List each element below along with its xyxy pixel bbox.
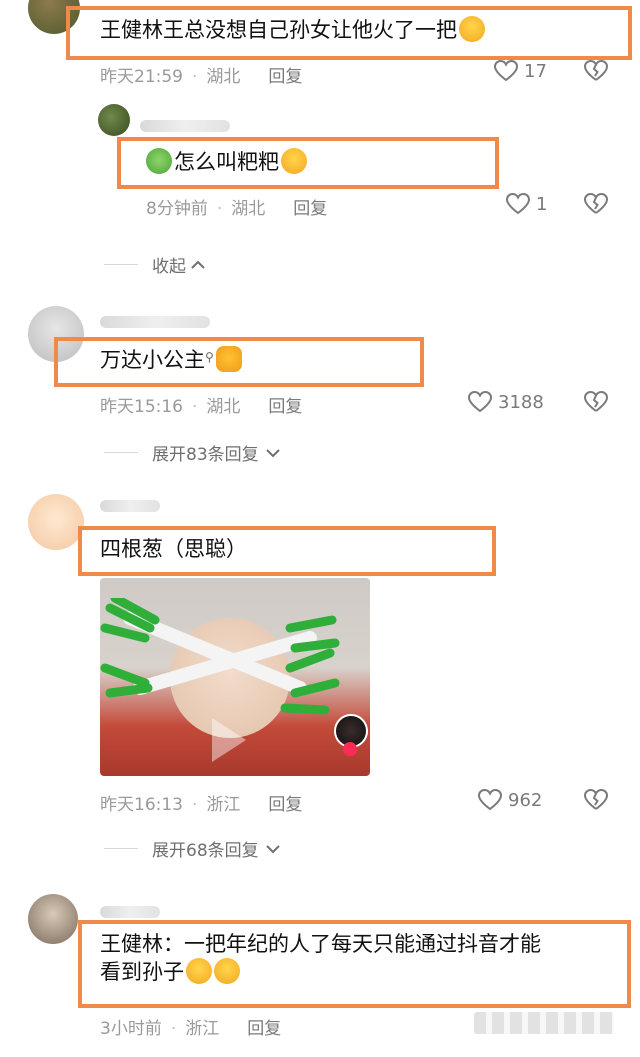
heart-icon xyxy=(506,193,530,215)
heart-icon xyxy=(478,789,502,811)
username-blurred xyxy=(140,120,230,132)
comment-text: 王健林王总没想自己孙女让他火了一把 xyxy=(100,16,485,44)
expand-replies-button[interactable]: 展开68条回复 xyxy=(104,836,281,861)
username-blurred xyxy=(100,316,210,328)
dislike-button[interactable] xyxy=(584,60,608,82)
reply-button[interactable]: 回复 xyxy=(268,795,302,815)
comment-time: 昨天16:13 xyxy=(100,795,183,815)
comment-location: 浙江 xyxy=(206,795,241,815)
follow-plus-icon[interactable] xyxy=(343,742,357,756)
chevron-up-icon xyxy=(191,260,205,269)
broken-heart-icon xyxy=(584,391,608,412)
like-count: 962 xyxy=(508,789,543,811)
broken-heart-icon xyxy=(584,60,608,81)
laughing-crying-emoji-icon xyxy=(459,16,485,42)
dislike-button[interactable] xyxy=(584,391,608,413)
comment-meta: 昨天16:13 · 浙江 回复 xyxy=(100,795,303,815)
comment-text: 万达小公主⚲ xyxy=(100,346,242,374)
comment-meta: 昨天21:59 · 湖北 回复 xyxy=(100,67,303,87)
like-count: 1 xyxy=(536,193,548,215)
like-button[interactable]: 962 xyxy=(478,789,542,811)
comment-meta: 8分钟前 · 湖北 回复 xyxy=(146,199,328,219)
laughing-crying-emoji-icon xyxy=(281,148,307,174)
comment-location: 湖北 xyxy=(231,199,266,219)
like-count: 17 xyxy=(524,60,547,82)
reply-button[interactable]: 回复 xyxy=(247,1019,281,1039)
avatar[interactable] xyxy=(28,494,84,550)
comment-text: 王健林：一把年纪的人了每天只能通过抖音才能 看到孙子 xyxy=(100,930,541,987)
username-blurred xyxy=(100,906,160,918)
heart-icon xyxy=(468,391,492,413)
comment-text-line2: 看到孙子 xyxy=(100,958,541,986)
comment-time: 8分钟前 xyxy=(146,199,208,219)
video-thumbnail[interactable] xyxy=(100,578,370,776)
chevron-down-icon xyxy=(265,448,280,457)
play-icon[interactable] xyxy=(212,718,246,762)
comment-text-line1: 王健林：一把年纪的人了每天只能通过抖音才能 xyxy=(100,932,541,956)
expand-replies-button[interactable]: 展开83条回复 xyxy=(104,440,281,465)
comment-location: 浙江 xyxy=(185,1019,220,1039)
comment-time: 昨天21:59 xyxy=(100,67,183,87)
comment-text: 怎么叫粑粑 xyxy=(146,148,307,176)
like-button[interactable]: 1 xyxy=(506,193,547,215)
like-count: 3188 xyxy=(498,391,544,413)
dislike-button[interactable] xyxy=(584,789,608,811)
reply-button[interactable]: 回复 xyxy=(293,199,327,219)
broken-heart-icon xyxy=(584,789,608,810)
comment-location: 湖北 xyxy=(206,67,241,87)
comment-text: 四根葱（思聪） xyxy=(100,537,247,561)
frog-emoji-icon xyxy=(146,148,172,174)
collapse-replies-button[interactable]: 收起 xyxy=(104,252,206,277)
reply-button[interactable]: 回复 xyxy=(268,397,302,417)
crying-emoji-icon xyxy=(186,958,212,985)
watermark xyxy=(474,1012,614,1034)
comment-location: 湖北 xyxy=(206,397,241,417)
broken-heart-icon xyxy=(584,193,608,214)
comment-meta: 3小时前 · 浙江 回复 xyxy=(100,1019,282,1039)
comment-time: 昨天15:16 xyxy=(100,397,183,417)
green-onion-sticker-icon xyxy=(100,598,340,715)
thumbs-up-emoji-icon xyxy=(215,346,242,372)
comment-time: 3小时前 xyxy=(100,1019,162,1039)
dislike-button[interactable] xyxy=(584,193,608,215)
username-blurred xyxy=(100,500,160,512)
avatar[interactable] xyxy=(98,104,130,136)
chevron-down-icon xyxy=(265,844,280,853)
avatar[interactable] xyxy=(28,894,78,944)
crying-emoji-icon xyxy=(214,958,240,985)
like-button[interactable]: 17 xyxy=(494,60,547,82)
heart-icon xyxy=(494,60,518,82)
reply-button[interactable]: 回复 xyxy=(268,67,302,87)
like-button[interactable]: 3188 xyxy=(468,391,544,413)
comment-meta: 昨天15:16 · 湖北 回复 xyxy=(100,397,303,417)
